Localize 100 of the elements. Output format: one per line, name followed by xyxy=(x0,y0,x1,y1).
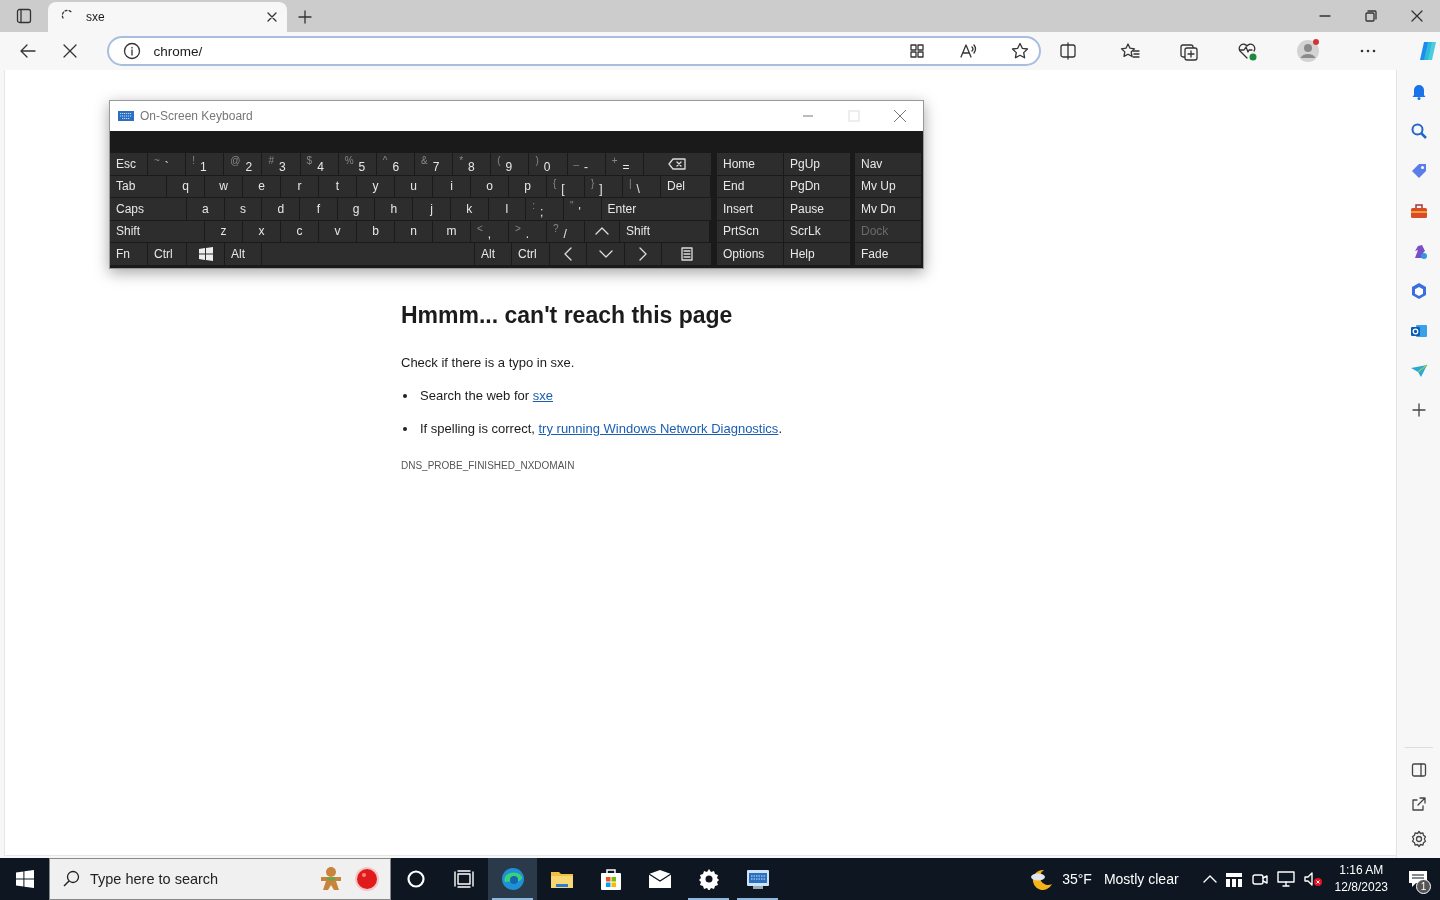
mail-envelope-icon[interactable] xyxy=(647,869,672,889)
wired-network-icon[interactable] xyxy=(1276,870,1295,888)
keyboard-key[interactable]: s xyxy=(224,198,263,220)
keyboard-key[interactable] xyxy=(643,153,712,175)
keyboard-key[interactable]: w xyxy=(205,175,243,197)
settings-gear-icon[interactable] xyxy=(697,868,720,890)
keyboard-key[interactable]: ? / xyxy=(547,220,585,242)
close-icon[interactable] xyxy=(265,10,279,24)
on-screen-keyboard-icon[interactable] xyxy=(744,868,771,890)
keyboard-key[interactable]: n xyxy=(395,220,433,242)
keyboard-key[interactable]: > . xyxy=(509,220,547,242)
keyboard-key[interactable]: + = xyxy=(605,153,644,175)
taskbar-app-button[interactable] xyxy=(488,858,537,900)
store-bag-icon[interactable] xyxy=(598,867,623,891)
link[interactable]: sxe xyxy=(532,388,553,403)
keyboard-key[interactable]: } ] xyxy=(585,175,623,197)
keyboard-key[interactable]: ~ ` xyxy=(148,153,187,175)
keyboard-key[interactable]: z xyxy=(205,220,243,242)
keyboard-key[interactable]: Caps xyxy=(110,198,187,220)
toolbox-icon[interactable] xyxy=(1409,202,1428,220)
keyboard-key[interactable]: g xyxy=(337,198,376,220)
cortana-circle-icon[interactable] xyxy=(407,870,425,888)
keyboard-key[interactable]: ScrLk xyxy=(784,220,851,242)
keyboard-key[interactable]: a xyxy=(187,198,225,220)
windows-start-icon[interactable] xyxy=(15,870,34,888)
sidebar-panel-icon[interactable] xyxy=(1410,762,1427,778)
favorites-icon[interactable] xyxy=(1120,42,1140,60)
keyboard-key[interactable]: Enter xyxy=(601,198,712,220)
task-view-icon[interactable] xyxy=(454,870,474,888)
keyboard-key[interactable]: PrtScn xyxy=(717,220,784,242)
keyboard-key[interactable]: * 8 xyxy=(453,153,492,175)
keyboard-key[interactable]: | \ xyxy=(623,175,661,197)
keyboard-key[interactable]: : ; xyxy=(526,198,564,220)
keyboard-key[interactable]: o xyxy=(471,175,509,197)
keyboard-key[interactable]: % 5 xyxy=(338,153,377,175)
add-icon[interactable] xyxy=(1410,402,1427,418)
keyboard-key[interactable]: b xyxy=(357,220,395,242)
keyboard-key[interactable]: d xyxy=(262,198,301,220)
outlook-icon[interactable] xyxy=(1409,322,1428,340)
keyboard-key[interactable] xyxy=(662,243,712,265)
keyboard-key[interactable]: Del xyxy=(661,175,711,197)
keyboard-key[interactable]: p xyxy=(509,175,547,197)
heart-pulse-icon[interactable] xyxy=(1237,41,1257,61)
keyboard-key[interactable]: ^ 6 xyxy=(376,153,415,175)
keyboard-key[interactable]: ( 9 xyxy=(491,153,530,175)
keyboard-key[interactable]: j xyxy=(413,198,451,220)
keyboard-key[interactable]: q xyxy=(167,175,205,197)
keyboard-key[interactable]: End xyxy=(717,175,784,197)
keyboard-key[interactable]: PgDn xyxy=(784,175,851,197)
keyboard-key[interactable]: Shift xyxy=(110,220,205,242)
info-icon[interactable] xyxy=(123,42,142,60)
keyboard-key[interactable]: e xyxy=(243,175,281,197)
keyboard-key[interactable]: x xyxy=(243,220,281,242)
keyboard-key[interactable]: Pause xyxy=(784,198,851,220)
office-icon[interactable] xyxy=(1409,282,1428,300)
keyboard-key[interactable]: c xyxy=(281,220,319,242)
keyboard-key[interactable]: v xyxy=(319,220,357,242)
settings-icon[interactable] xyxy=(1409,830,1428,848)
read-aloud-icon[interactable] xyxy=(959,42,977,60)
address-bar[interactable]: chrome/ xyxy=(107,36,1041,66)
tab-actions-icon[interactable] xyxy=(16,8,32,24)
keyboard-key[interactable]: y xyxy=(357,175,395,197)
keyboard-key[interactable]: t xyxy=(319,175,357,197)
back-arrow-icon[interactable] xyxy=(19,42,37,60)
star-icon[interactable] xyxy=(1011,42,1029,60)
keyboard-key[interactable]: i xyxy=(433,175,471,197)
collections-icon[interactable] xyxy=(1179,41,1199,61)
keyboard-key[interactable]: Alt xyxy=(225,243,262,265)
keyboard-key[interactable]: h xyxy=(375,198,414,220)
keyboard-key[interactable]: Shift xyxy=(620,220,710,242)
keyboard-key[interactable]: l xyxy=(488,198,527,220)
keyboard-key[interactable]: k xyxy=(450,198,489,220)
keyboard-key[interactable]: r xyxy=(281,175,319,197)
keyboard-key[interactable]: Home xyxy=(717,153,784,175)
keyboard-key[interactable]: Nav xyxy=(855,153,922,175)
external-link-icon[interactable] xyxy=(1410,796,1427,812)
keyboard-key[interactable]: Insert xyxy=(717,198,784,220)
keyboard-key[interactable]: Ctrl xyxy=(512,243,550,265)
keyboard-key[interactable]: Mv Up xyxy=(855,175,922,197)
keyboard-key[interactable]: { [ xyxy=(547,175,585,197)
keyboard-key[interactable]: f xyxy=(300,198,338,220)
keyboard-key[interactable]: Mv Dn xyxy=(855,198,922,220)
app-grid-icon[interactable] xyxy=(909,43,925,59)
keyboard-key[interactable]: Help xyxy=(784,243,851,265)
search-icon[interactable] xyxy=(1409,122,1428,140)
keyboard-key[interactable]: Alt xyxy=(475,243,512,265)
edge-browser-icon[interactable] xyxy=(499,866,526,892)
keyboard-key[interactable]: " ' xyxy=(563,198,602,220)
browser-tab[interactable]: sxe xyxy=(48,2,287,32)
search-field[interactable]: Type here to search xyxy=(49,858,391,900)
keyboard-key[interactable]: # 3 xyxy=(262,153,301,175)
keyboard-key[interactable]: ! 1 xyxy=(186,153,225,175)
new-tab-icon[interactable] xyxy=(297,9,313,25)
split-screen-icon[interactable] xyxy=(1059,42,1077,60)
keyboard-key[interactable]: $ 4 xyxy=(300,153,339,175)
profile-avatar-icon[interactable] xyxy=(1296,39,1320,63)
keyboard-key[interactable]: _ - xyxy=(567,153,606,175)
notification-center-button[interactable]: 1 xyxy=(1396,858,1440,900)
keyboard-key[interactable]: Ctrl xyxy=(148,243,187,265)
keyboard-key[interactable] xyxy=(187,243,225,265)
